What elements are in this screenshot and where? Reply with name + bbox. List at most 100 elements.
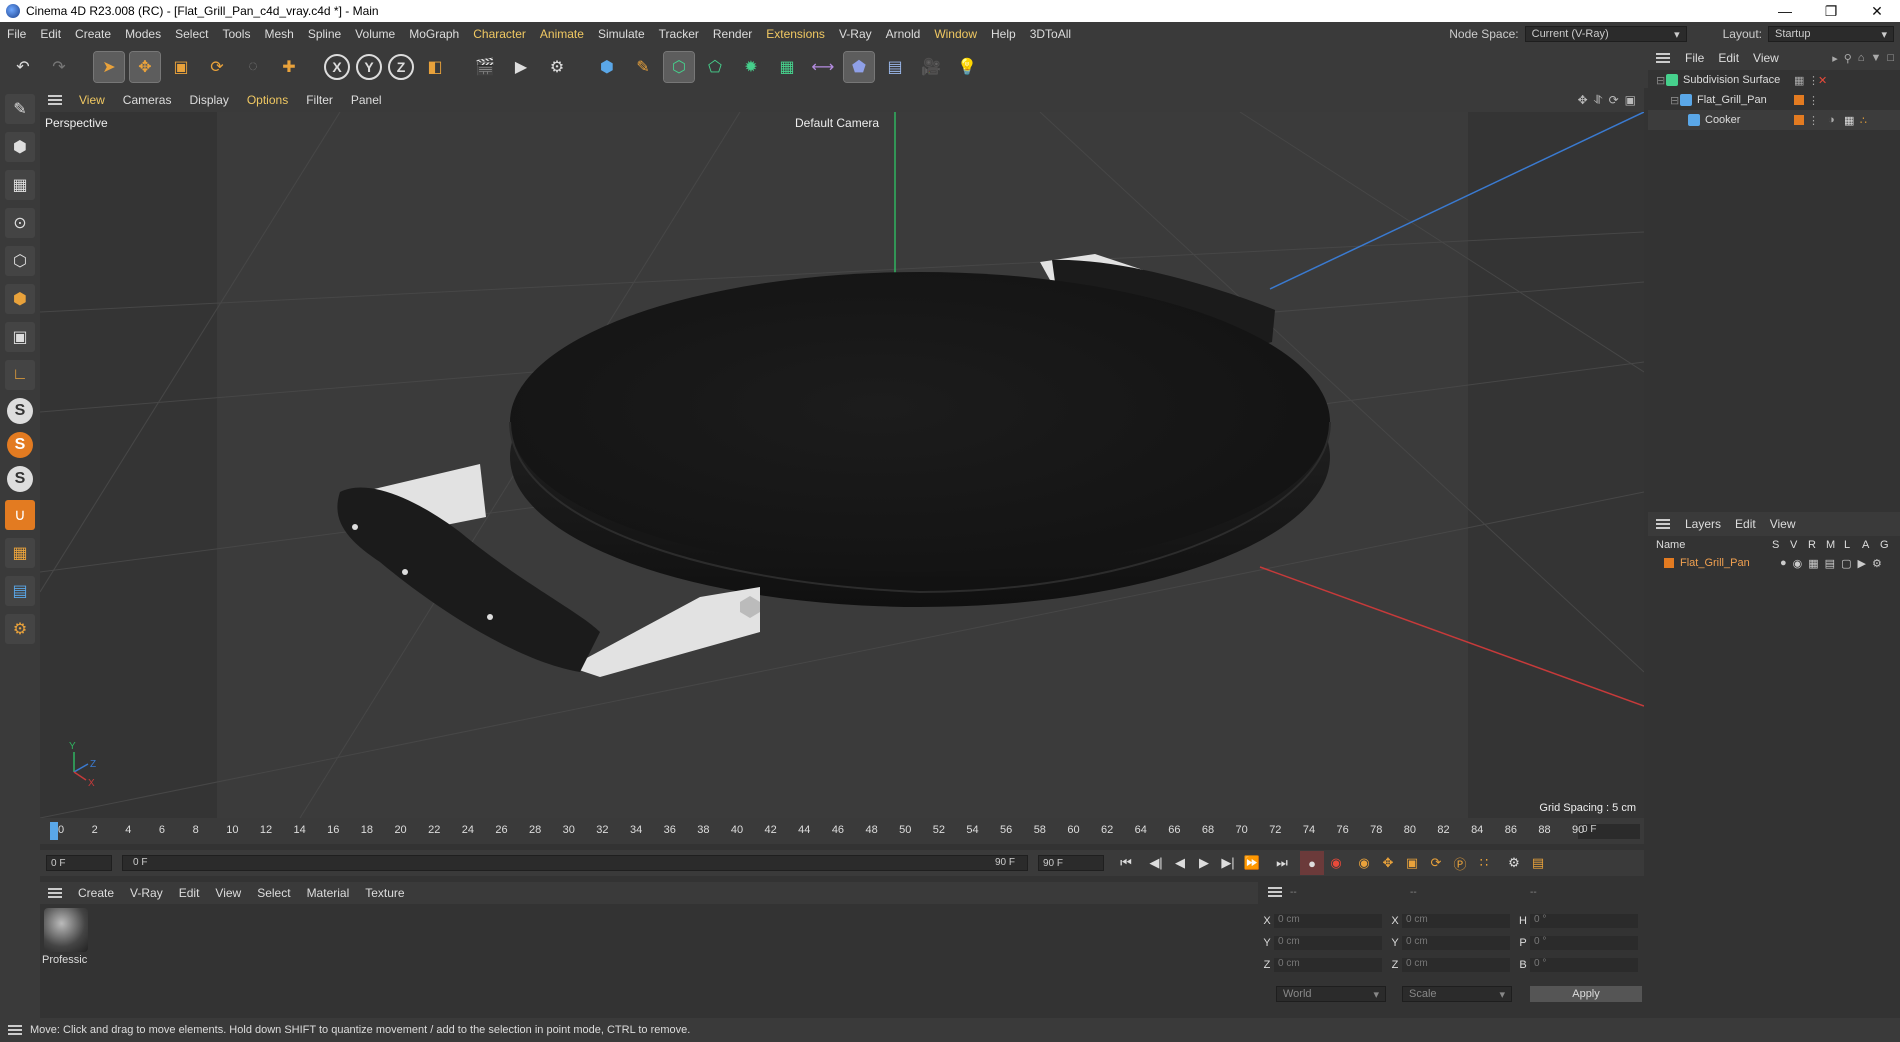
- material-menu-material[interactable]: Material: [299, 886, 358, 900]
- points-mode-icon[interactable]: ⊙: [5, 208, 35, 238]
- autokey-icon[interactable]: ◉: [1324, 851, 1348, 875]
- deformer-icon[interactable]: ⟷: [808, 52, 838, 82]
- workplane-settings-icon[interactable]: ⚙: [5, 614, 35, 644]
- next-frame-icon[interactable]: ▶|: [1216, 851, 1240, 875]
- close-window-button[interactable]: ✕: [1854, 0, 1900, 22]
- layer-animation-icon[interactable]: ▶: [1857, 557, 1865, 570]
- menu-tools[interactable]: Tools: [215, 27, 257, 41]
- hamburger-menu-icon[interactable]: [1656, 53, 1670, 63]
- object-menu-edit[interactable]: Edit: [1711, 51, 1746, 65]
- menu-simulate[interactable]: Simulate: [591, 27, 652, 41]
- object-row-subdivision[interactable]: ⊟ Subdivision Surface ▦ ⋮ ✕: [1648, 70, 1900, 90]
- toggle-layout-icon[interactable]: ▣: [1625, 93, 1636, 108]
- generator-off-icon[interactable]: ✕: [1818, 74, 1827, 87]
- new-window-icon[interactable]: □: [1887, 52, 1894, 65]
- undo-icon[interactable]: ↶: [8, 52, 38, 82]
- size-x-field[interactable]: 0 cm: [1402, 914, 1510, 928]
- axis-mode-icon[interactable]: ∟: [5, 360, 35, 390]
- material-menu-texture[interactable]: Texture: [357, 886, 412, 900]
- layer-menu-layers[interactable]: Layers: [1678, 517, 1728, 531]
- coordinate-system-icon[interactable]: ◧: [420, 52, 450, 82]
- light-icon[interactable]: 💡: [952, 52, 982, 82]
- menu-create[interactable]: Create: [68, 27, 118, 41]
- move-tool-icon[interactable]: ✥: [129, 51, 161, 83]
- hamburger-menu-icon[interactable]: [1656, 519, 1670, 529]
- scale-tool-icon[interactable]: ▣: [166, 52, 196, 82]
- menu-3dtoall[interactable]: 3DToAll: [1023, 27, 1078, 41]
- model-mode-icon[interactable]: ⬢: [5, 132, 35, 162]
- size-y-field[interactable]: 0 cm: [1402, 936, 1510, 950]
- layer-generator-icon[interactable]: ⚙: [1872, 557, 1882, 570]
- texture-mode-icon[interactable]: ▦: [5, 170, 35, 200]
- menu-extensions[interactable]: Extensions: [759, 27, 832, 41]
- menu-mograph[interactable]: MoGraph: [402, 27, 466, 41]
- object-row-grill-pan[interactable]: ⊟ Flat_Grill_Pan ⋮: [1648, 90, 1900, 110]
- cube-primitive-icon[interactable]: ⬢: [592, 52, 622, 82]
- layer-render-icon[interactable]: ▦: [1808, 557, 1818, 570]
- flat-grill-pan-model[interactable]: [337, 254, 1331, 677]
- menu-volume[interactable]: Volume: [348, 27, 402, 41]
- material-menu-vray[interactable]: V-Ray: [122, 886, 171, 900]
- scale-key-icon[interactable]: ▣: [1400, 851, 1424, 875]
- menu-animate[interactable]: Animate: [533, 27, 591, 41]
- minimize-button[interactable]: —: [1762, 0, 1808, 22]
- viewport-menu-display[interactable]: Display: [180, 93, 237, 107]
- hamburger-menu-icon[interactable]: [8, 1025, 22, 1035]
- previous-key-icon[interactable]: ◀|: [1144, 851, 1168, 875]
- menu-mesh[interactable]: Mesh: [257, 27, 300, 41]
- mograph-cloner-icon[interactable]: ✹: [736, 52, 766, 82]
- menu-edit[interactable]: Edit: [33, 27, 68, 41]
- render-view-icon[interactable]: ▶: [506, 52, 536, 82]
- layout-dropdown[interactable]: Startup ▾: [1768, 26, 1894, 42]
- object-menu-view[interactable]: View: [1746, 51, 1786, 65]
- previous-frame-icon[interactable]: ◀: [1168, 851, 1192, 875]
- layer-menu-view[interactable]: View: [1763, 517, 1803, 531]
- dot-toggle-icon[interactable]: ⋮: [1808, 114, 1819, 127]
- menu-render[interactable]: Render: [706, 27, 759, 41]
- rot-h-field[interactable]: 0 °: [1530, 914, 1638, 928]
- transform-tool-icon[interactable]: ✚: [274, 52, 304, 82]
- pos-x-field[interactable]: 0 cm: [1274, 914, 1382, 928]
- make-editable-icon[interactable]: ✎: [5, 94, 35, 124]
- zoom-view-icon[interactable]: ⥯: [1594, 93, 1603, 108]
- x-axis-lock-icon[interactable]: X: [324, 54, 350, 80]
- field-icon[interactable]: ⬟: [843, 51, 875, 83]
- pos-y-field[interactable]: 0 cm: [1274, 936, 1382, 950]
- dot-toggle-icon[interactable]: ⋮: [1808, 94, 1819, 107]
- rotate-tool-icon[interactable]: ⟳: [202, 52, 232, 82]
- material-menu-view[interactable]: View: [207, 886, 249, 900]
- size-z-field[interactable]: 0 cm: [1402, 958, 1510, 972]
- hamburger-menu-icon[interactable]: [48, 888, 62, 898]
- pan-view-icon[interactable]: ✥: [1578, 93, 1588, 108]
- object-menu-file[interactable]: File: [1678, 51, 1711, 65]
- render-settings-icon[interactable]: ⚙: [542, 52, 572, 82]
- rot-p-field[interactable]: 0 °: [1530, 936, 1638, 950]
- visibility-toggle-icon[interactable]: ▦: [1794, 74, 1804, 87]
- solo-icon[interactable]: S: [7, 398, 33, 424]
- z-axis-lock-icon[interactable]: Z: [388, 54, 414, 80]
- menu-modes[interactable]: Modes: [118, 27, 168, 41]
- arrow-right-icon[interactable]: ▸: [1832, 52, 1838, 65]
- y-axis-lock-icon[interactable]: Y: [356, 54, 382, 80]
- redo-icon[interactable]: ↷: [44, 52, 74, 82]
- menu-vray[interactable]: V-Ray: [832, 27, 879, 41]
- filter-icon[interactable]: ▼: [1870, 52, 1881, 65]
- home-icon[interactable]: ⌂: [1858, 52, 1865, 65]
- viewport-menu-panel[interactable]: Panel: [342, 93, 391, 107]
- pos-z-field[interactable]: 0 cm: [1274, 958, 1382, 972]
- hamburger-menu-icon[interactable]: [1268, 887, 1282, 897]
- select-tool-icon[interactable]: ➤: [93, 51, 125, 83]
- current-frame-field[interactable]: 0 F: [1578, 824, 1640, 839]
- uvw-tag-icon[interactable]: ∴: [1860, 114, 1867, 127]
- node-space-dropdown[interactable]: Current (V-Ray) ▾: [1524, 26, 1687, 42]
- point-level-animation-icon[interactable]: ∷: [1472, 851, 1496, 875]
- coordinate-space-dropdown[interactable]: World ▾: [1276, 986, 1386, 1002]
- hamburger-menu-icon[interactable]: [48, 95, 62, 105]
- timeline-ruler[interactable]: 0 F 0 2 4 6 8 10 12 14 16 18 20 22 24 26 28 30 32 34 36 38 4…: [40, 818, 1644, 844]
- viewport-menu-filter[interactable]: Filter: [297, 93, 342, 107]
- perspective-viewport[interactable]: Y Z X Perspective Default Camera Grid Sp…: [40, 112, 1644, 818]
- pen-spline-icon[interactable]: ✎: [628, 52, 658, 82]
- material-tag-icon[interactable]: ▦: [1844, 114, 1854, 127]
- default-camera-label[interactable]: Default Camera: [795, 116, 879, 130]
- recent-tool-icon[interactable]: ◌: [238, 52, 268, 82]
